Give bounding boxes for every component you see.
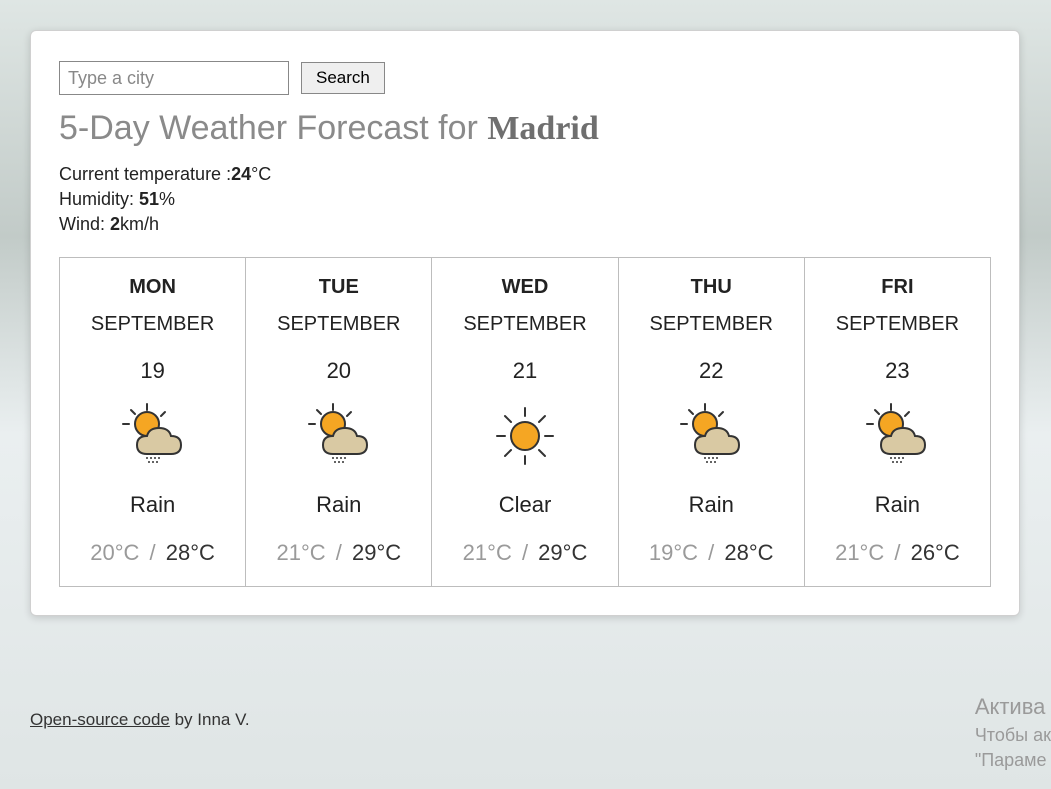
temp-low: 19°C [649, 540, 698, 565]
sun-cloud-rain-icon [117, 400, 189, 472]
footer: Open-source code by Inna V. [30, 710, 250, 730]
forecast-day: TUE SEPTEMBER 20 Rain 21°C / 29°C [246, 258, 432, 586]
date-number: 21 [513, 358, 537, 384]
month-label: SEPTEMBER [91, 313, 214, 336]
temp-high: 28°C [166, 540, 215, 565]
month-label: SEPTEMBER [650, 313, 773, 336]
sun-cloud-rain-icon [861, 400, 933, 472]
condition-label: Rain [875, 492, 920, 518]
condition-label: Rain [689, 492, 734, 518]
temp-high: 29°C [538, 540, 587, 565]
current-temp: Current temperature :24°C [59, 164, 991, 185]
footer-author: by Inna V. [170, 710, 250, 729]
search-row: Search [59, 61, 991, 95]
forecast-day: FRI SEPTEMBER 23 Rain 21°C / 26°C [805, 258, 990, 586]
condition-label: Clear [499, 492, 552, 518]
date-number: 19 [140, 358, 164, 384]
forecast-day: MON SEPTEMBER 19 Rain 20°C / 28°C [60, 258, 246, 586]
forecast-day: THU SEPTEMBER 22 Rain 19°C / 28°C [619, 258, 805, 586]
windows-activation-watermark: Актива Чтобы ак "Параме [975, 692, 1051, 773]
temp-range: 21°C / 29°C [276, 540, 401, 566]
page-title: 5-Day Weather Forecast for Madrid [59, 109, 991, 148]
sun-cloud-rain-icon [675, 400, 747, 472]
temp-range: 21°C / 26°C [835, 540, 960, 566]
temp-low: 21°C [463, 540, 512, 565]
temp-high: 29°C [352, 540, 401, 565]
sun-cloud-rain-icon [303, 400, 375, 472]
temp-low: 20°C [90, 540, 139, 565]
sun-icon [489, 400, 561, 472]
temp-range: 20°C / 28°C [90, 540, 215, 566]
day-of-week: THU [691, 276, 732, 299]
weather-card: Search 5-Day Weather Forecast for Madrid… [30, 30, 1020, 616]
current-conditions: Current temperature :24°C Humidity: 51% … [59, 164, 991, 235]
temp-low: 21°C [835, 540, 884, 565]
open-source-link[interactable]: Open-source code [30, 710, 170, 729]
title-prefix: 5-Day Weather Forecast for [59, 109, 487, 147]
temp-range: 19°C / 28°C [649, 540, 774, 566]
date-number: 22 [699, 358, 723, 384]
day-of-week: MON [129, 276, 176, 299]
date-number: 20 [327, 358, 351, 384]
day-of-week: FRI [881, 276, 913, 299]
month-label: SEPTEMBER [836, 313, 959, 336]
title-city: Madrid [487, 110, 598, 147]
date-number: 23 [885, 358, 909, 384]
condition-label: Rain [316, 492, 361, 518]
month-label: SEPTEMBER [277, 313, 400, 336]
forecast-grid: MON SEPTEMBER 19 Rain 20°C / 28°C TUE SE… [59, 257, 991, 587]
temp-range: 21°C / 29°C [463, 540, 588, 566]
current-humidity: Humidity: 51% [59, 189, 991, 210]
search-button[interactable]: Search [301, 62, 385, 94]
condition-label: Rain [130, 492, 175, 518]
day-of-week: WED [502, 276, 549, 299]
temp-high: 28°C [724, 540, 773, 565]
temp-high: 26°C [911, 540, 960, 565]
month-label: SEPTEMBER [463, 313, 586, 336]
forecast-day: WED SEPTEMBER 21 Clear 21°C / 29°C [432, 258, 618, 586]
current-wind: Wind: 2km/h [59, 214, 991, 235]
city-input[interactable] [59, 61, 289, 95]
day-of-week: TUE [319, 276, 359, 299]
temp-low: 21°C [276, 540, 325, 565]
